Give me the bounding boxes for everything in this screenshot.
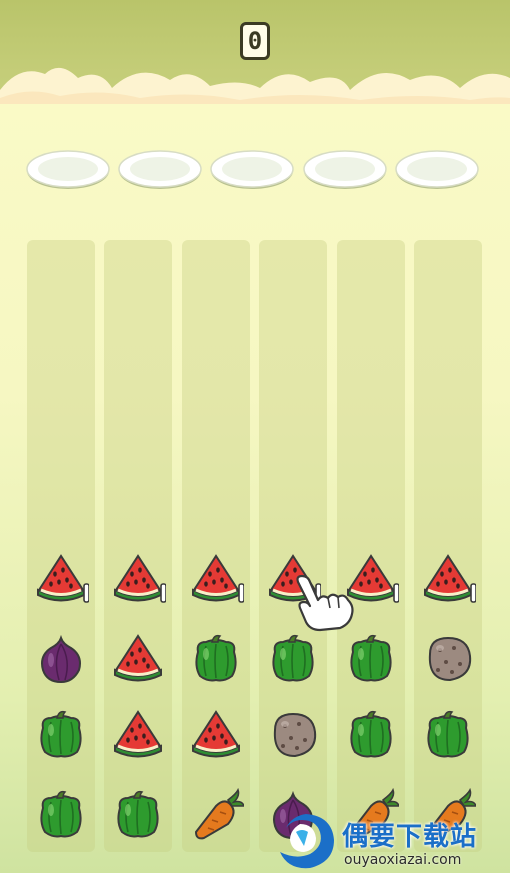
score-counter: 0 <box>240 22 270 60</box>
potato-icon[interactable] <box>420 630 476 686</box>
onion-icon[interactable] <box>33 630 89 686</box>
watermelon-icon[interactable] <box>33 550 89 606</box>
watermelon-icon[interactable] <box>110 706 166 762</box>
watermelon-icon[interactable] <box>110 550 166 606</box>
watermark-logo-icon <box>280 814 334 869</box>
pepper-icon[interactable] <box>33 786 89 842</box>
plate-slot <box>118 150 202 189</box>
plate-slot <box>395 150 479 189</box>
pepper-icon[interactable] <box>265 630 321 686</box>
pepper-icon[interactable] <box>188 630 244 686</box>
pepper-icon[interactable] <box>343 706 399 762</box>
pepper-icon[interactable] <box>110 786 166 842</box>
watermelon-icon[interactable] <box>188 706 244 762</box>
watermelon-icon[interactable] <box>188 550 244 606</box>
watermark: 偶要下载站 ouyaoxiazai.com <box>272 808 510 873</box>
watermark-url: ouyaoxiazai.com <box>344 852 462 868</box>
watermelon-icon[interactable] <box>110 630 166 686</box>
pepper-icon[interactable] <box>33 706 89 762</box>
plate-slot <box>26 150 110 189</box>
plate-slot <box>210 150 294 189</box>
cloud-decoration <box>0 68 510 104</box>
watermark-title: 偶要下载站 <box>342 822 478 852</box>
pepper-icon[interactable] <box>343 630 399 686</box>
pepper-icon[interactable] <box>420 706 476 762</box>
carrot-icon[interactable] <box>188 786 244 842</box>
plate-slot <box>303 150 387 189</box>
pointing-hand-icon <box>296 574 354 632</box>
watermelon-icon[interactable] <box>420 550 476 606</box>
potato-icon[interactable] <box>265 706 321 762</box>
